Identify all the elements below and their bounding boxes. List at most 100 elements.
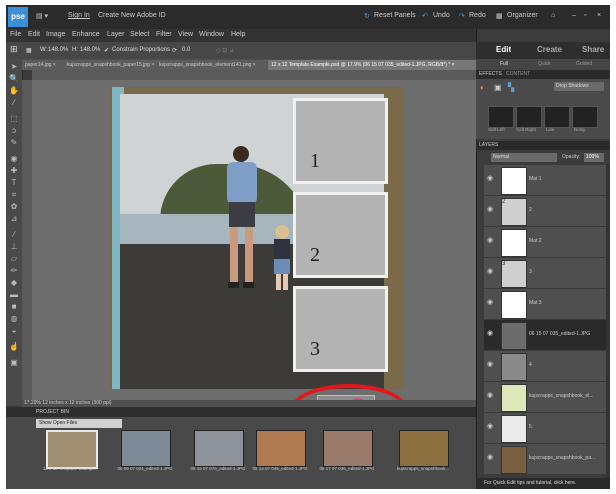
layer-row-selected[interactable]: ◉ 06 15 07 035_edited-1.JPG [484,320,606,351]
red-eye-icon[interactable]: ◉ [9,154,19,163]
quick-tips-link[interactable]: For Quick Edit tips and tutorial, click … [484,480,576,486]
menu-window[interactable]: Window [199,31,224,38]
minimize-button[interactable]: – [572,12,576,19]
undo-button[interactable]: Undo [433,12,450,19]
opacity-input[interactable]: 100% [584,153,604,162]
menu-edit[interactable]: Edit [28,31,40,38]
menu-help[interactable]: Help [231,31,245,38]
effects-tab[interactable]: EFFECTS [479,71,502,77]
bin-filter-dropdown[interactable]: Show Open Files [36,419,122,428]
tab-edit[interactable]: Edit [496,45,511,54]
angle-value[interactable]: 0.0 [182,47,190,53]
crop-tool-icon[interactable]: ⌗ [9,190,19,199]
eyedropper-icon[interactable]: ⁄ [9,98,19,107]
photo-effects-icon[interactable]: ▚ [508,83,514,92]
move-tool-icon[interactable]: ⊞ [10,44,18,55]
redo-button[interactable]: Redo [469,12,486,19]
hand-tool-icon[interactable]: ✋ [9,86,19,95]
visibility-eye-icon[interactable]: ◉ [487,237,495,245]
fx-soft-left[interactable] [488,106,514,128]
straighten-icon[interactable]: ⊿ [9,214,19,223]
lasso-icon[interactable]: ↄ [9,126,19,135]
bin-thumb-template[interactable] [46,430,98,469]
photo-frame-3[interactable]: 3 [293,286,388,372]
content-tab[interactable]: CONTENT [506,71,530,77]
cookie-cutter-icon[interactable]: ✿ [9,202,19,211]
skew-icon[interactable]: ◇ ⊡ ⊿ [216,47,234,54]
layer-row[interactable]: ◉ Mat 2 [484,227,606,258]
bin-thumb-photo4[interactable] [323,430,373,467]
subtab-full[interactable]: Full [500,61,508,67]
fx-noisy[interactable] [572,106,598,128]
menu-select[interactable]: Select [130,31,149,38]
layer-row[interactable]: ◉ 2 2 [484,196,606,227]
color-swatches-icon[interactable]: ▣ [9,358,19,367]
reference-point-icon[interactable]: ▦ [26,47,32,54]
doc-tab-template[interactable]: 12 x 12 Template Example.psd @ 17.9% (06… [268,60,477,70]
visibility-eye-icon[interactable]: ◉ [487,423,495,431]
layer-row[interactable]: ◉ 4 [484,351,606,382]
stamp-tool-icon[interactable]: ⊥ [9,242,19,251]
pencil-icon[interactable]: ✏ [9,266,19,275]
filters-icon[interactable]: ◐ [480,83,485,92]
doc-tab-paper15[interactable]: kujscrapps_snapshbook_paper15.jpg × [64,60,157,70]
bin-thumb-paper[interactable] [399,430,449,467]
marquee-icon[interactable]: ⬚ [9,114,19,123]
fx-soft-right[interactable] [516,106,542,128]
type-tool-icon[interactable]: T [9,178,19,187]
layer-row[interactable]: ◉ 3 3 [484,258,606,289]
menu-file[interactable]: File [10,31,21,38]
layer-row[interactable]: ◉ kujscrapps_snapshbook_pa... [484,444,606,475]
layer-styles-icon[interactable]: ▣ [494,83,502,92]
gradient-icon[interactable]: ▬ [9,290,19,299]
visibility-eye-icon[interactable]: ◉ [487,206,495,214]
zoom-tool-icon[interactable]: 🔍 [9,74,19,83]
blur-tool-icon[interactable]: ◍ [9,314,19,323]
visibility-eye-icon[interactable]: ◉ [487,175,495,183]
bin-thumb-photo1[interactable] [121,430,171,467]
subtab-guided[interactable]: Guided [576,61,592,67]
visibility-eye-icon[interactable]: ◉ [487,268,495,276]
height-value[interactable]: 148.0% [80,47,100,53]
window-menu-icon[interactable]: ▤ ▾ [36,12,48,20]
doc-tab-element141[interactable]: kujscrapps_snapshbook_element141.png × [156,60,269,70]
visibility-eye-icon[interactable]: ◉ [487,392,495,400]
tab-create[interactable]: Create [537,45,562,54]
close-button[interactable]: × [597,12,601,19]
eraser-icon[interactable]: ▱ [9,254,19,263]
visibility-eye-icon[interactable]: ◉ [487,454,495,462]
smudge-icon[interactable]: ☝ [9,342,19,351]
constrain-checkbox[interactable]: ✔ [104,47,109,54]
layer-row[interactable]: ◉ 5 [484,413,606,444]
quick-select-icon[interactable]: ✎ [9,138,19,147]
visibility-eye-icon[interactable]: ◉ [487,299,495,307]
fx-low[interactable] [544,106,570,128]
home-icon[interactable]: ⌂ [551,12,555,19]
visibility-eye-icon[interactable]: ◉ [487,330,495,338]
brush-tool-icon[interactable]: ⁄ [9,230,19,239]
menu-view[interactable]: View [178,31,193,38]
menu-enhance[interactable]: Enhance [72,31,100,38]
width-value[interactable]: 148.0% [48,47,68,53]
reset-panels-button[interactable]: Reset Panels [374,12,416,19]
subtab-quick[interactable]: Quick [538,61,551,67]
layer-row[interactable]: ◉ Mat 1 [484,165,606,196]
paint-bucket-icon[interactable]: ◆ [9,278,19,287]
menu-layer[interactable]: Layer [107,31,125,38]
spot-healing-icon[interactable]: ✚ [9,166,19,175]
bin-thumb-photo3[interactable] [256,430,306,467]
sponge-tool-icon[interactable]: ◒ [9,326,19,335]
photo-frame-1[interactable]: 1 [293,98,388,184]
visibility-eye-icon[interactable]: ◉ [487,361,495,369]
menu-filter[interactable]: Filter [156,31,172,38]
sign-in-link[interactable]: Sign In [68,12,90,19]
bin-thumb-photo2[interactable] [194,430,244,467]
blend-mode-dropdown[interactable]: Normal [491,153,557,162]
menu-image[interactable]: Image [46,31,65,38]
layer-row[interactable]: ◉ kujscrapps_snapshbook_el... [484,382,606,413]
photo-frame-2[interactable]: 2 [293,192,388,278]
effects-filter-dropdown[interactable]: Drop Shadows [554,82,604,91]
layers-scrollbar[interactable] [606,163,610,478]
create-id-link[interactable]: Create New Adobe ID [98,12,166,19]
organizer-button[interactable]: Organizer [507,12,538,19]
